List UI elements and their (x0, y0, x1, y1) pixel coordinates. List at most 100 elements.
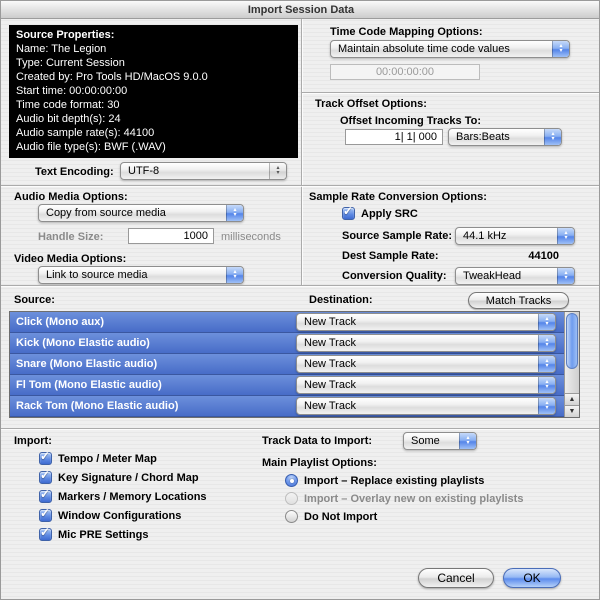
tempo-meter-map-checkbox[interactable]: ✓ (39, 452, 52, 465)
ok-button[interactable]: OK (503, 568, 561, 588)
track-offset-header: Track Offset Options: (315, 98, 427, 110)
audio-media-header: Audio Media Options: (14, 191, 128, 203)
divider (1, 185, 600, 186)
window-titlebar[interactable]: Import Session Data (1, 1, 600, 19)
divider (1, 285, 600, 286)
source-sample-rate-dropdown[interactable]: 44.1 kHz ▴ ▾ (455, 227, 575, 245)
track-destination-dropdown[interactable]: New Track ▴ ▾ (296, 334, 556, 352)
import-overlay-radio (285, 492, 298, 505)
tracks-table: Click (Mono aux) New Track ▴ ▾ Kick (Mon… (9, 311, 580, 418)
divider (1, 428, 600, 429)
key-signature-chord-map-checkbox[interactable]: ✓ (39, 471, 52, 484)
time-code-mapping-dropdown[interactable]: Maintain absolute time code values ▴ ▾ (330, 40, 570, 58)
audio-media-value: Copy from source media (46, 207, 166, 219)
track-row[interactable]: Rack Tom (Mono Elastic audio) New Track … (10, 396, 565, 417)
offset-unit-value: Bars:Beats (456, 131, 510, 143)
offset-value-field[interactable]: 1| 1| 000 (345, 129, 443, 145)
offset-value: 1| 1| 000 (395, 131, 437, 143)
track-source-name: Rack Tom (Mono Elastic audio) (16, 400, 178, 412)
dest-sample-rate-label: Dest Sample Rate: (342, 250, 439, 262)
source-property-line: Audio bit depth(s): 24 (16, 112, 291, 126)
text-encoding-value: UTF-8 (128, 165, 159, 177)
mic-pre-settings-checkbox[interactable]: ✓ (39, 528, 52, 541)
tracks-scrollbar[interactable]: ▲ ▼ (564, 312, 579, 417)
track-row[interactable]: Snare (Mono Elastic audio) New Track ▴ ▾ (10, 354, 565, 375)
window-configurations-checkbox[interactable]: ✓ (39, 509, 52, 522)
audio-media-dropdown[interactable]: Copy from source media ▴ ▾ (38, 204, 244, 222)
mic-pre-settings-label: Mic PRE Settings (58, 529, 148, 541)
main-playlist-options-header: Main Playlist Options: (262, 457, 377, 469)
handle-size-field[interactable]: 1000 (128, 228, 214, 244)
handle-size-unit-label: milliseconds (221, 231, 281, 243)
track-data-to-import-label: Track Data to Import: (262, 435, 372, 447)
time-code-mapping-value: Maintain absolute time code values (338, 43, 510, 55)
radio-dot (290, 479, 294, 483)
source-sample-rate-value: 44.1 kHz (463, 230, 506, 242)
key-signature-chord-map-label: Key Signature / Chord Map (58, 472, 199, 484)
apply-src-label: Apply SRC (361, 208, 418, 220)
popup-arrows-icon: ▴ ▾ (538, 356, 555, 372)
source-properties-header: Source Properties: (16, 28, 291, 42)
source-property-line: Type: Current Session (16, 56, 291, 70)
timecode-value: 00:00:00:00 (376, 66, 434, 78)
do-not-import-radio[interactable] (285, 510, 298, 523)
offset-unit-dropdown[interactable]: Bars:Beats ▴ ▾ (448, 128, 562, 146)
scroll-down-icon[interactable]: ▼ (565, 405, 579, 417)
handle-size-value: 1000 (184, 230, 208, 242)
track-source-name: Click (Mono aux) (16, 316, 104, 328)
match-tracks-button[interactable]: Match Tracks (468, 292, 569, 309)
window-title: Import Session Data (248, 4, 354, 16)
markers-memory-locations-label: Markers / Memory Locations (58, 491, 207, 503)
apply-src-checkbox[interactable]: ✓ (342, 207, 355, 220)
markers-memory-locations-checkbox[interactable]: ✓ (39, 490, 52, 503)
video-media-header: Video Media Options: (14, 253, 126, 265)
text-encoding-label: Text Encoding: (35, 166, 114, 178)
source-properties-panel: Source Properties: Name: The Legion Type… (9, 25, 298, 158)
conversion-quality-value: TweakHead (463, 270, 521, 282)
track-destination-dropdown[interactable]: New Track ▴ ▾ (296, 376, 556, 394)
track-row[interactable]: Click (Mono aux) New Track ▴ ▾ (10, 312, 565, 333)
cancel-button[interactable]: Cancel (418, 568, 494, 588)
track-data-dropdown[interactable]: Some ▴ ▾ (403, 432, 477, 450)
import-overlay-label: Import – Overlay new on existing playlis… (304, 493, 523, 505)
track-row[interactable]: Kick (Mono Elastic audio) New Track ▴ ▾ (10, 333, 565, 354)
source-property-line: Audio sample rate(s): 44100 (16, 126, 291, 140)
source-property-line: Time code format: 30 (16, 98, 291, 112)
track-destination-dropdown[interactable]: New Track ▴ ▾ (296, 313, 556, 331)
source-property-line: Audio file type(s): BWF (.WAV) (16, 140, 291, 154)
dest-sample-rate-value: 44100 (455, 250, 559, 262)
timecode-field: 00:00:00:00 (330, 64, 480, 80)
track-row[interactable]: Fl Tom (Mono Elastic audio) New Track ▴ … (10, 375, 565, 396)
checkmark-icon: ✓ (40, 468, 50, 482)
video-media-value: Link to source media (46, 269, 148, 281)
window-configurations-label: Window Configurations (58, 510, 181, 522)
conversion-quality-dropdown[interactable]: TweakHead ▴ ▾ (455, 267, 575, 285)
track-destination-dropdown[interactable]: New Track ▴ ▾ (296, 355, 556, 373)
track-destination-dropdown[interactable]: New Track ▴ ▾ (296, 397, 556, 415)
source-property-line: Created by: Pro Tools HD/MacOS 9.0.0 (16, 70, 291, 84)
source-property-line: Name: The Legion (16, 42, 291, 56)
track-source-name: Snare (Mono Elastic audio) (16, 358, 157, 370)
import-replace-label: Import – Replace existing playlists (304, 475, 484, 487)
scroll-up-icon[interactable]: ▲ (565, 393, 579, 405)
popup-arrows-icon: ▴ ▾ (538, 314, 555, 330)
import-session-data-dialog: Import Session Data Source Properties: N… (0, 0, 600, 600)
popup-arrows-icon: ▴ ▾ (538, 377, 555, 393)
scrollbar-thumb[interactable] (566, 313, 578, 369)
video-media-dropdown[interactable]: Link to source media ▴ ▾ (38, 266, 244, 284)
text-encoding-dropdown[interactable]: UTF-8 ▴ ▾ (120, 162, 287, 180)
popup-arrows-icon: ▴ ▾ (269, 163, 286, 179)
checkmark-icon: ✓ (40, 487, 50, 501)
track-source-name: Kick (Mono Elastic audio) (16, 337, 150, 349)
checkmark-icon: ✓ (40, 525, 50, 539)
popup-arrows-icon: ▴ ▾ (459, 433, 476, 449)
time-code-mapping-header: Time Code Mapping Options: (330, 26, 483, 38)
popup-arrows-icon: ▴ ▾ (557, 268, 574, 284)
checkmark-icon: ✓ (343, 204, 353, 218)
divider (301, 19, 302, 286)
checkmark-icon: ✓ (40, 449, 50, 463)
import-header: Import: (14, 435, 52, 447)
handle-size-label: Handle Size: (38, 231, 103, 243)
import-replace-radio[interactable] (285, 474, 298, 487)
popup-arrows-icon: ▴ ▾ (544, 129, 561, 145)
